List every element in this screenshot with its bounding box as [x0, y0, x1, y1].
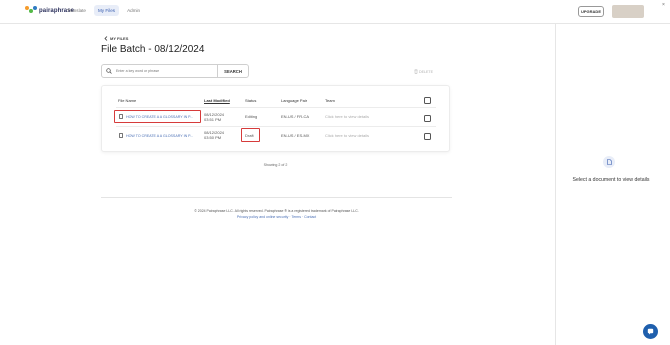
document-icon [603, 156, 615, 168]
nav-admin[interactable]: Admin [123, 5, 144, 16]
back-to-my-files-link[interactable]: MY FILES [104, 36, 128, 41]
details-side-panel: Select a document to view details [555, 24, 670, 345]
header-file-name[interactable]: File Name [118, 98, 136, 103]
language-pair-cell: EN-US / FR-CA [281, 114, 309, 119]
row-divider [116, 126, 436, 127]
select-all-checkbox[interactable] [424, 97, 431, 104]
file-name-cell[interactable]: HOW TO CREATE A A GLOSSARY IN P... [119, 133, 193, 138]
trash-icon [414, 69, 418, 74]
header-team[interactable]: Team [325, 98, 335, 103]
upgrade-button[interactable]: UPGRADE [578, 6, 604, 17]
header-status[interactable]: Status [245, 98, 256, 103]
top-nav-bar: pairaphrase Translate My Files Admin UPG… [0, 0, 670, 24]
row-checkbox[interactable] [424, 115, 431, 122]
modified-time: 03:51 PM [204, 117, 222, 122]
language-pair-cell: EN-US / ES-MX [281, 133, 310, 138]
nav-my-files[interactable]: My Files [93, 5, 120, 16]
search-input[interactable] [116, 66, 217, 76]
main-content: MY FILES File Batch - 08/12/2024 SEARCH … [0, 24, 555, 345]
footer-copyright: © 2024 Pairaphrase LLC. All rights reser… [194, 209, 359, 213]
row-divider [116, 107, 436, 108]
header-language-pair[interactable]: Language Pair [281, 98, 307, 103]
back-link-label: MY FILES [110, 36, 129, 41]
header-last-modified[interactable]: Last Modified [204, 98, 230, 103]
delete-label: DELETE [419, 69, 433, 74]
close-icon[interactable]: × [662, 2, 665, 8]
chat-icon [647, 328, 654, 335]
status-badge: Editing [245, 114, 258, 119]
last-modified-cell: 08/12/2024 03:50 PM [204, 130, 224, 140]
highlight-file-name [114, 110, 201, 123]
logo-mark-icon [25, 6, 37, 15]
highlight-status [241, 128, 260, 142]
search-bar: SEARCH [101, 64, 249, 78]
last-modified-cell: 08/12/2024 03:51 PM [204, 112, 224, 122]
chevron-left-icon [104, 36, 108, 41]
user-avatar[interactable] [612, 5, 644, 18]
nav-translate[interactable]: Translate [63, 5, 90, 16]
delete-button[interactable]: DELETE [414, 69, 433, 74]
footer-divider [101, 197, 452, 198]
row-checkbox[interactable] [424, 133, 431, 140]
team-details-link[interactable]: Click here to view details [325, 114, 369, 119]
chat-button[interactable] [643, 324, 658, 339]
page-title: File Batch - 08/12/2024 [101, 44, 205, 55]
main-nav: Translate My Files Admin [63, 5, 144, 16]
search-icon [102, 65, 116, 77]
file-name-link[interactable]: HOW TO CREATE A A GLOSSARY IN P... [126, 134, 193, 138]
footer-links[interactable]: Privacy policy and online security · Ter… [101, 215, 452, 219]
empty-state-message: Select a document to view details [572, 177, 650, 183]
search-button[interactable]: SEARCH [217, 65, 248, 77]
document-icon [119, 133, 123, 138]
team-details-link[interactable]: Click here to view details [325, 133, 369, 138]
modified-time: 03:50 PM [204, 135, 222, 140]
files-table: File Name Last Modified Status Language … [101, 85, 450, 152]
pagination-count: Showing 2 of 2 [263, 163, 288, 167]
